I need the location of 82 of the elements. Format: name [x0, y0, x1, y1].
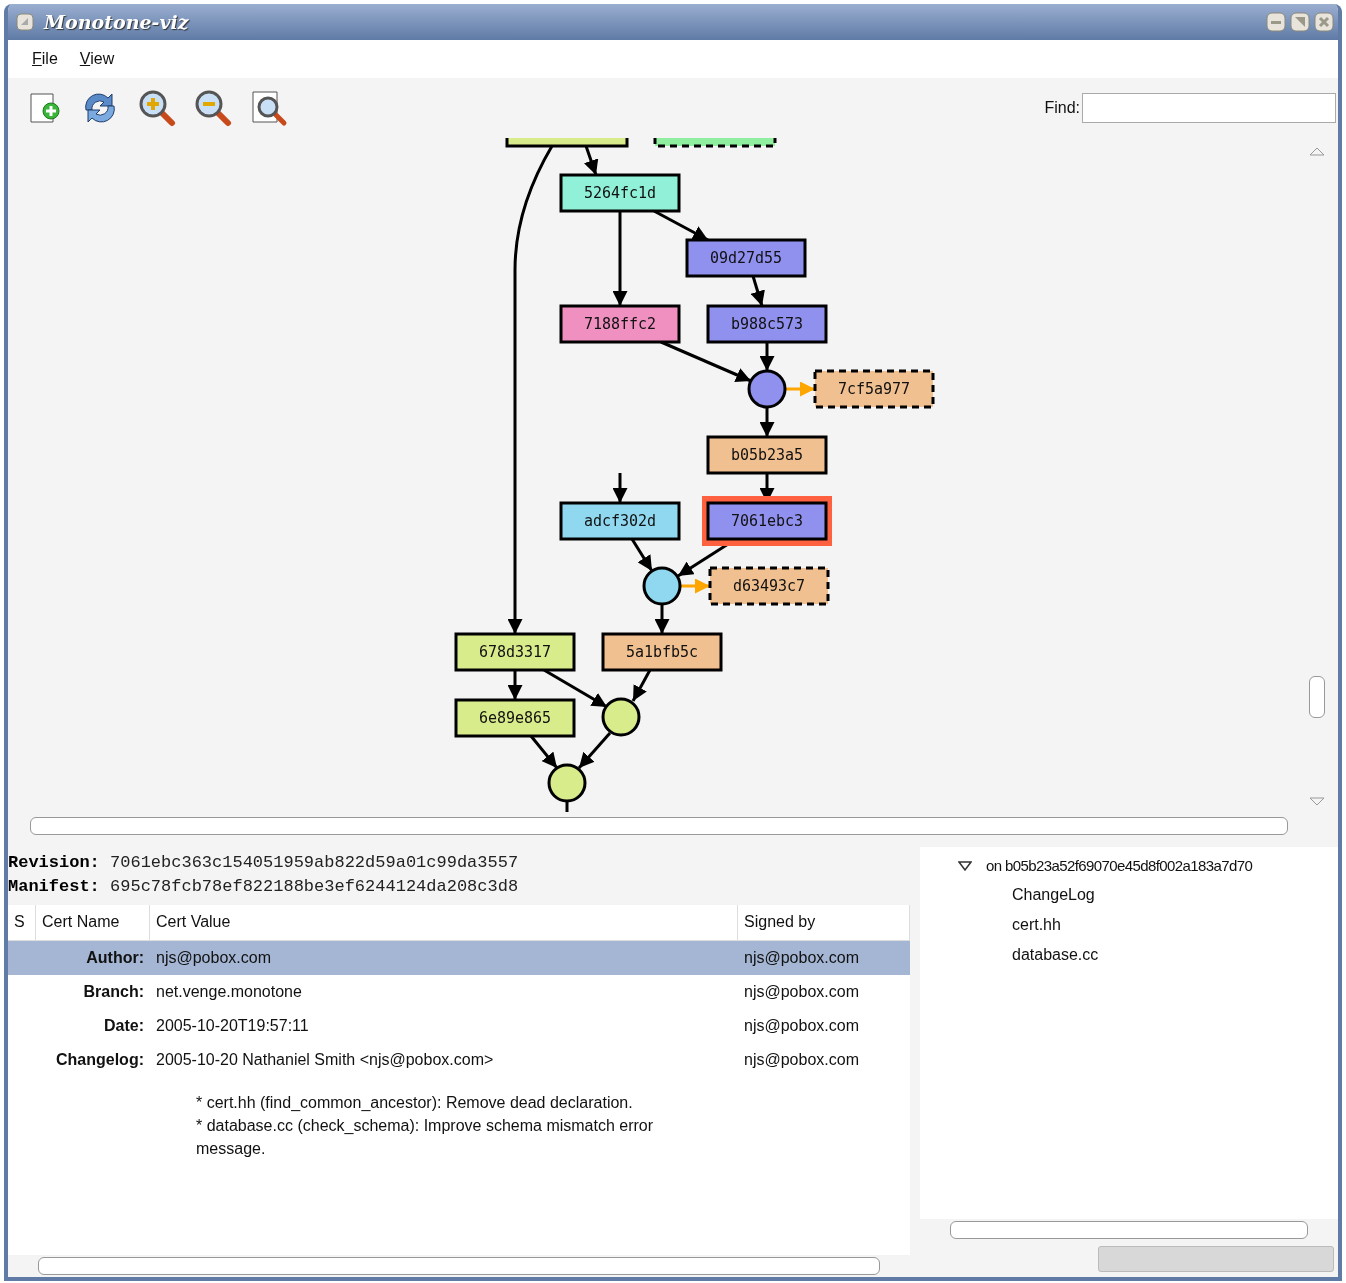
window-menu-icon[interactable]: [16, 13, 34, 31]
revision-node[interactable]: 09d27d55: [685, 238, 807, 278]
arrow: [529, 735, 559, 769]
merge-node[interactable]: [547, 763, 587, 803]
tag-arrow: [785, 381, 815, 397]
revision-node[interactable]: b05b23a5: [706, 435, 828, 475]
arrow: [750, 275, 765, 307]
scrollbar-thumb[interactable]: [950, 1221, 1308, 1239]
minimize-icon[interactable]: [1266, 12, 1286, 32]
new-file-icon[interactable]: [28, 91, 62, 125]
table-row[interactable]: Branch: net.venge.monotone njs@pobox.com: [8, 975, 910, 1009]
column-header[interactable]: Signed by: [738, 905, 910, 940]
edge-line: [565, 801, 569, 812]
scrollbar-thumb[interactable]: [38, 1257, 880, 1275]
table-row[interactable]: Date: 2005-10-20T19:57:11 njs@pobox.com: [8, 1009, 910, 1043]
arrow: [577, 732, 612, 769]
find-field[interactable]: [1082, 93, 1336, 123]
cert-value: 2005-10-20 Nathaniel Smith <njs@pobox.com>: [156, 1051, 494, 1068]
revision-node[interactable]: 5264fc1d: [559, 173, 681, 213]
arrow: [759, 342, 775, 371]
revision-node[interactable]: 6e89e865: [454, 698, 576, 738]
arrow: [759, 407, 775, 437]
cert-name: Author:: [85, 948, 145, 968]
signer: njs@pobox.com: [743, 948, 860, 968]
revision-node[interactable]: 678d3317: [454, 632, 576, 672]
cert-value: njs@pobox.com: [156, 949, 271, 966]
scroll-up-icon[interactable]: [1309, 146, 1325, 156]
tree-child-item[interactable]: database.cc: [1012, 946, 1099, 964]
cert-name: Date:: [103, 1016, 145, 1036]
arrow: [630, 538, 654, 572]
revision-node[interactable]: adcf302d: [559, 501, 681, 541]
merge-node[interactable]: [601, 697, 641, 737]
zoom-page-icon[interactable]: [250, 89, 288, 127]
tree-child-item[interactable]: ChangeLog: [1012, 886, 1095, 904]
signer: njs@pobox.com: [743, 982, 860, 1002]
arrow: [507, 670, 523, 700]
menu-item[interactable]: File: [26, 48, 64, 70]
window-title: Monotone-viz: [44, 11, 190, 33]
scroll-down-icon[interactable]: [1309, 797, 1325, 807]
arrow: [631, 669, 652, 702]
tree-item[interactable]: on b05b23a52f69070e45d8f002a183a7d70: [986, 857, 1253, 874]
expanded-triangle-icon[interactable]: [958, 860, 972, 871]
zoom-in-icon[interactable]: [138, 89, 176, 127]
table-row[interactable]: Author: njs@pobox.com njs@pobox.com: [8, 941, 910, 975]
cert-name: Branch:: [82, 982, 145, 1002]
tag-arrow: [680, 578, 710, 594]
scrollbar-thumb[interactable]: [1309, 675, 1325, 718]
close-icon[interactable]: [1314, 12, 1334, 32]
cert-name: Changelog:: [55, 1050, 145, 1070]
revision-node[interactable]: 7061ebc3: [702, 496, 832, 546]
tag-node[interactable]: [653, 138, 777, 148]
manifest-label: Manifest:: [8, 877, 100, 896]
find-label: Find:: [1044, 99, 1080, 117]
revision-node[interactable]: b988c573: [706, 304, 828, 344]
table-row[interactable]: Changelog: 2005-10-20 Nathaniel Smith <njs@pobox.com> * cert.hh (find_common_ancestor): Remove dead declaration. * database.cc (check_schema): Improve schema mismatch error message. njs@pobox.com: [8, 1043, 910, 1168]
changelog-line: * database.cc (check_schema): Improve schema mismatch error message.: [196, 1116, 655, 1159]
zoom-out-icon[interactable]: [194, 89, 232, 127]
tag-node[interactable]: 7cf5a977: [813, 369, 935, 409]
signer: njs@pobox.com: [743, 1050, 860, 1070]
revision-node[interactable]: [505, 138, 629, 148]
column-header[interactable]: Cert Name: [36, 905, 150, 940]
arrow: [612, 473, 628, 503]
maximize-icon[interactable]: [1290, 12, 1310, 32]
arrow: [584, 145, 599, 176]
cert-value: net.venge.monotone: [156, 983, 302, 1000]
scrollbar-thumb[interactable]: [30, 817, 1288, 835]
arrow: [654, 604, 670, 634]
merge-node[interactable]: [642, 566, 682, 606]
tree-child-item[interactable]: cert.hh: [1012, 916, 1061, 934]
column-header[interactable]: S: [8, 905, 36, 940]
column-header[interactable]: Cert Value: [150, 905, 738, 940]
revision-label: Revision:: [8, 853, 100, 872]
revision-node[interactable]: 7188ffc2: [559, 304, 681, 344]
menu-item[interactable]: View: [73, 48, 121, 70]
cert-value: 2005-10-20T19:57:11: [156, 1017, 309, 1034]
manifest-id: 695c78fcb78ef822188be3ef6244124da208c3d8: [110, 877, 519, 896]
revision-node[interactable]: 5a1bfb5c: [601, 632, 723, 672]
signer: njs@pobox.com: [743, 1016, 860, 1036]
revision-id: 7061ebc363c154051959ab822d59a01c99da3557: [110, 853, 519, 872]
tag-node[interactable]: d63493c7: [708, 566, 830, 606]
changelog-line: * cert.hh (find_common_ancestor): Remove dead declaration.: [196, 1093, 634, 1113]
merge-node[interactable]: [747, 369, 787, 409]
